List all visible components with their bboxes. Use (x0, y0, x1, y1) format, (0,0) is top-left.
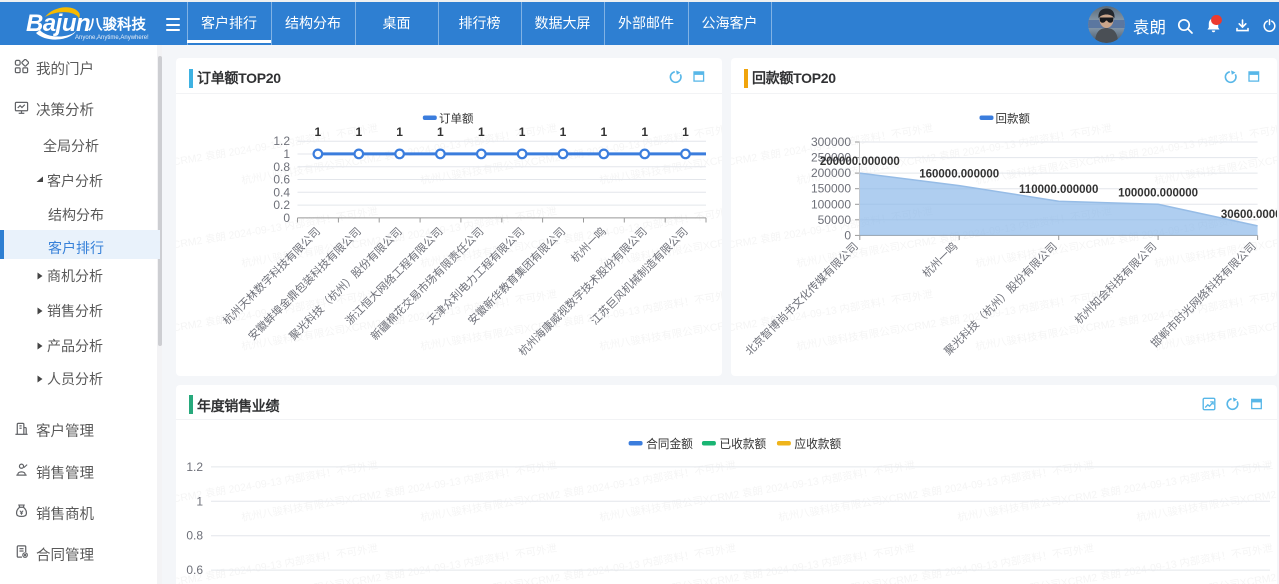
svg-text:八骏科技: 八骏科技 (87, 16, 146, 34)
svg-text:Anyone,Anytime,Anywhere!: Anyone,Anytime,Anywhere! (75, 35, 149, 41)
svg-text:Bajun: Bajun (26, 10, 90, 37)
